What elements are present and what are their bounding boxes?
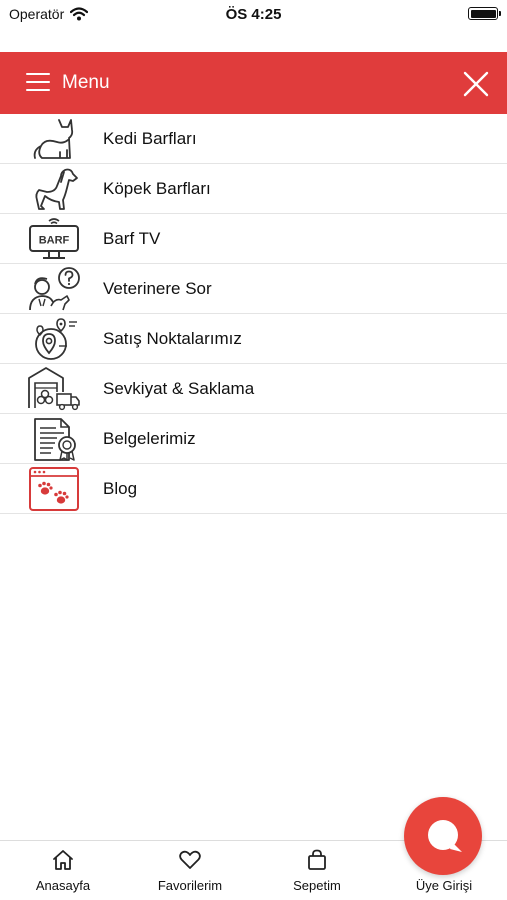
- status-bar: Operatör ÖS 4:25: [0, 0, 507, 28]
- tab-anasayfa[interactable]: Anasayfa: [0, 841, 126, 900]
- tab-label: Sepetim: [293, 878, 341, 893]
- menu-list: Kedi Barfları Köpek Barfları BARF Barf T…: [0, 114, 507, 514]
- certificate-icon: [34, 418, 76, 461]
- tab-label: Üye Girişi: [415, 878, 473, 893]
- menu-item-blog[interactable]: Blog: [0, 464, 507, 514]
- menu-item-satis-noktalarimiz[interactable]: Satış Noktalarımız: [0, 314, 507, 364]
- cat-icon: [33, 119, 74, 159]
- vet-question-icon: [29, 267, 80, 311]
- menu-item-barf-tv[interactable]: BARF Barf TV: [0, 214, 507, 264]
- blog-paw-icon: [29, 467, 79, 511]
- menu-item-label: Sevkiyat & Saklama: [103, 379, 255, 398]
- chat-bubble-icon: [428, 820, 462, 852]
- menu-item-label: Blog: [103, 479, 138, 498]
- location-pin-icon: [35, 318, 77, 360]
- menu-item-label: Veterinere Sor: [103, 279, 212, 298]
- menu-item-label: Barf TV: [103, 229, 161, 248]
- menu-item-label: Kedi Barfları: [103, 129, 197, 148]
- tab-favorilerim[interactable]: Favorilerim: [127, 841, 253, 900]
- hamburger-icon[interactable]: [26, 73, 50, 93]
- menu-item-belgelerimiz[interactable]: Belgelerimiz: [0, 414, 507, 464]
- tab-label: Anasayfa: [35, 878, 91, 893]
- barf-tv-icon: BARF: [29, 218, 79, 259]
- menu-item-veterinere-sor[interactable]: Veterinere Sor: [0, 264, 507, 314]
- menu-item-label: Köpek Barfları: [103, 179, 211, 198]
- heart-icon: [179, 850, 201, 869]
- close-icon[interactable]: [463, 71, 489, 97]
- menu-item-kedi-barflari[interactable]: Kedi Barfları: [0, 114, 507, 164]
- warehouse-truck-icon: [28, 367, 80, 411]
- chat-button[interactable]: [404, 797, 482, 875]
- bag-icon: [308, 849, 326, 870]
- menu-item-sevkiyat-saklama[interactable]: Sevkiyat & Saklama: [0, 364, 507, 414]
- battery-icon: [468, 7, 501, 20]
- menu-item-label: Satış Noktalarımız: [103, 329, 242, 348]
- dog-icon: [35, 168, 78, 210]
- menu-item-kopek-barflari[interactable]: Köpek Barfları: [0, 164, 507, 214]
- menu-title: Menu: [62, 72, 110, 93]
- tab-label: Favorilerim: [157, 878, 223, 893]
- tab-sepetim[interactable]: Sepetim: [254, 841, 380, 900]
- barf-tv-icon-text: BARF: [39, 235, 70, 247]
- menu-header: Menu: [0, 52, 507, 114]
- status-time: ÖS 4:25: [225, 6, 282, 23]
- home-icon: [53, 850, 73, 870]
- menu-item-label: Belgelerimiz: [103, 429, 196, 448]
